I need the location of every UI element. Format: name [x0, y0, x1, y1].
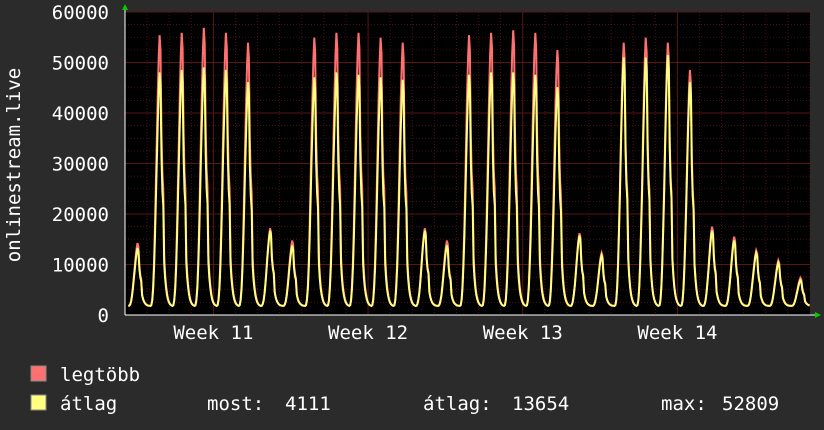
stat-current-label: most: — [207, 393, 264, 415]
legend-swatch-legtobb — [30, 365, 47, 382]
y-axis-label: onlinestream.live — [3, 68, 25, 262]
legend-label-atlag: átlag — [60, 393, 117, 415]
stat-average-value: 13654 — [512, 393, 569, 415]
x-tick-label: Week 12 — [328, 322, 408, 344]
x-axis-arrow-icon — [815, 312, 821, 318]
y-tick-label: 20000 — [52, 204, 109, 226]
y-tick-label: 0 — [98, 305, 109, 327]
y-tick-label: 60000 — [52, 2, 109, 24]
y-tick-labels: 0 10000 20000 30000 40000 50000 60000 — [52, 2, 109, 327]
chart: 0100002000030000400005000060000 Week 11 W… — [3, 2, 821, 415]
x-tick-label: Week 14 — [637, 322, 717, 344]
stat-max-label: max: — [661, 393, 707, 415]
stat-max-value: 52809 — [722, 393, 779, 415]
x-tick-label: Week 13 — [483, 322, 563, 344]
y-axis-arrow-icon — [122, 4, 128, 10]
stat-current-value: 4111 — [285, 393, 331, 415]
stat-average-label: átlag: — [423, 393, 492, 415]
y-tick-label: 40000 — [52, 103, 109, 125]
legend-swatch-atlag — [30, 394, 47, 411]
y-tick-label: 10000 — [52, 255, 109, 277]
legend-label-legtobb: legtöbb — [60, 364, 140, 386]
y-tick-label: 30000 — [52, 154, 109, 176]
y-tick-label: 50000 — [52, 53, 109, 75]
x-tick-labels: Week 11 Week 12 Week 13 Week 14 — [173, 322, 717, 344]
x-tick-label: Week 11 — [173, 322, 253, 344]
